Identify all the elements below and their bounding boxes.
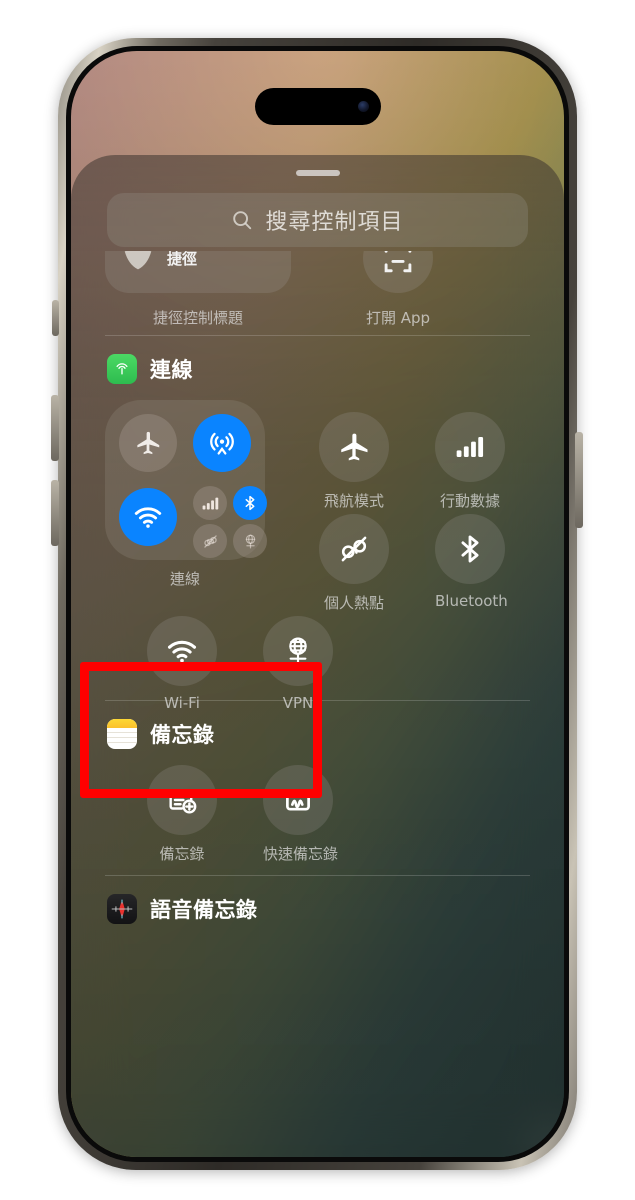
connectivity-module[interactable]	[105, 400, 267, 560]
airplane-mode-tile[interactable]: 飛航模式	[319, 412, 389, 511]
group-notes-header: 備忘錄	[71, 701, 564, 749]
group-connectivity-header: 連線	[71, 336, 564, 384]
quick-note-icon	[263, 765, 333, 835]
wifi-icon	[147, 616, 217, 686]
connectivity-icon	[107, 354, 137, 384]
airplane-icon	[319, 412, 389, 482]
partial-control-row: 捷徑 捷徑控制標題 打開 App	[71, 251, 564, 335]
connectivity-module-caption: 連線	[169, 570, 200, 588]
cellular-bars-icon	[435, 412, 505, 482]
group-connectivity: 連線 連線 飛航模式 行動數據 個人熱點 Bluetooth Wi-Fi VPN	[71, 336, 564, 712]
open-app-tile-caption: 打開 App	[365, 309, 431, 327]
bluetooth-tile[interactable]: Bluetooth	[435, 514, 508, 610]
control-list-scroll-area[interactable]: 捷徑 捷徑控制標題 打開 App 連線 連線 飛航模式 行動數據 個人熱點 Bl…	[71, 251, 564, 1157]
action-button[interactable]	[52, 300, 59, 336]
volume-up-button[interactable]	[51, 395, 59, 461]
shortcut-control-tile[interactable]: 捷徑	[105, 251, 291, 293]
bluetooth-icon	[435, 514, 505, 584]
module-airdrop-button[interactable]	[193, 414, 251, 472]
voice-memos-app-icon	[107, 894, 137, 924]
group-voice-memos-title: 語音備忘錄	[150, 898, 258, 922]
shortcut-tile-caption: 捷徑控制標題	[152, 309, 243, 327]
vpn-tile[interactable]: VPN	[263, 616, 333, 712]
volume-down-button[interactable]	[51, 480, 59, 546]
group-voice-memos: 語音備忘錄	[71, 876, 564, 924]
notes-grid: 備忘錄 快速備忘錄	[105, 765, 535, 875]
group-notes-title: 備忘錄	[150, 723, 215, 747]
module-wifi-button[interactable]	[119, 488, 177, 546]
module-airplane-mode-button[interactable]	[119, 414, 177, 472]
new-note-caption: 備忘錄	[159, 845, 205, 863]
module-hotspot-button[interactable]	[193, 524, 227, 558]
search-input[interactable]: 搜尋控制項目	[107, 193, 528, 247]
group-voice-memos-header: 語音備忘錄	[71, 876, 564, 924]
personal-hotspot-caption: 個人熱點	[323, 594, 384, 612]
sheet-drag-handle[interactable]	[295, 170, 340, 176]
cellular-data-tile[interactable]: 行動數據	[435, 412, 505, 511]
module-bluetooth-button[interactable]	[233, 486, 267, 520]
bluetooth-caption: Bluetooth	[435, 592, 508, 610]
vpn-globe-icon	[263, 616, 333, 686]
shortcut-inline-label: 捷徑	[167, 251, 198, 268]
dynamic-island	[254, 88, 381, 125]
personal-hotspot-tile[interactable]: 個人熱點	[319, 514, 389, 613]
airplane-mode-caption: 飛航模式	[323, 492, 384, 510]
quick-note-caption: 快速備忘錄	[263, 845, 339, 863]
new-note-icon	[147, 765, 217, 835]
power-button[interactable]	[575, 432, 583, 528]
cellular-data-caption: 行動數據	[439, 492, 500, 510]
group-notes: 備忘錄 備忘錄 快速備忘錄	[71, 701, 564, 875]
wifi-tile[interactable]: Wi-Fi	[147, 616, 217, 712]
search-icon	[231, 209, 253, 231]
shortcuts-icon	[119, 251, 157, 277]
front-camera-icon	[357, 101, 369, 112]
connectivity-grid: 連線 飛航模式 行動數據 個人熱點 Bluetooth Wi-Fi VPN	[105, 400, 535, 712]
new-note-tile[interactable]: 備忘錄	[147, 765, 217, 864]
phone-screen: 搜尋控制項目 捷徑 捷徑控制標題 打開 App 連線 連線 飛航模式 行動數據 …	[71, 51, 564, 1157]
app-frame-icon	[381, 251, 415, 275]
open-app-tile[interactable]	[363, 251, 433, 293]
group-connectivity-title: 連線	[150, 358, 193, 382]
notes-app-icon	[107, 719, 137, 749]
control-center-sheet: 搜尋控制項目 捷徑 捷徑控制標題 打開 App 連線 連線 飛航模式 行動數據 …	[71, 155, 564, 1157]
search-placeholder-text: 搜尋控制項目	[265, 210, 404, 235]
module-vpn-button[interactable]	[233, 524, 267, 558]
module-cellular-button[interactable]	[193, 486, 227, 520]
hotspot-off-icon	[319, 514, 389, 584]
quick-note-tile[interactable]: 快速備忘錄	[263, 765, 339, 864]
